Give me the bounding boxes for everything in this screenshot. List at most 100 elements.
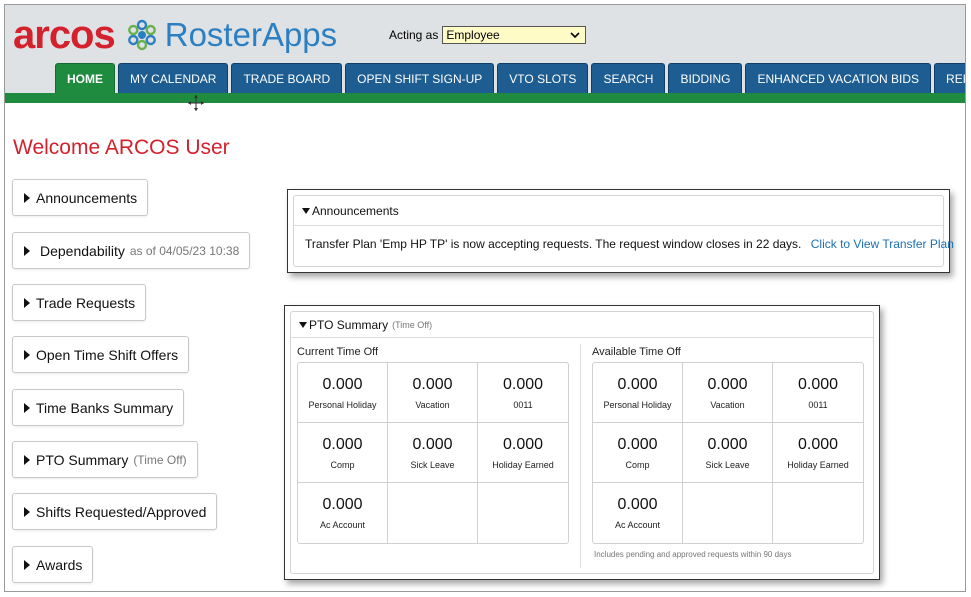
- cell-label: Sick Leave: [705, 459, 750, 470]
- announcements-header[interactable]: Announcements: [294, 196, 943, 226]
- cell-label: Ac Account: [319, 520, 366, 530]
- caret-down-icon: [302, 207, 310, 214]
- header: arcos RosterApps Acting as Employee HOME…: [5, 5, 965, 103]
- time-off-cell: 0.000 Ac Account: [298, 483, 388, 543]
- tab-reports[interactable]: REPORTS: [934, 63, 965, 93]
- sidebar-item-label: Trade Requests: [36, 294, 136, 311]
- time-off-cell: 0.000 0011: [773, 363, 863, 423]
- time-off-cell: 0.000 Sick Leave: [388, 423, 478, 483]
- empty-cell: [388, 483, 478, 543]
- sidebar-item-pto-summary[interactable]: PTO Summary (Time Off): [12, 441, 198, 478]
- cell-label: Ac Account: [614, 520, 661, 530]
- sidebar-item-label: Open Time Shift Offers: [36, 346, 179, 363]
- pto-summary-card: PTO Summary (Time Off) Current Time Off …: [290, 311, 874, 574]
- caret-right-icon: [24, 506, 30, 517]
- nav-underline-bar: [5, 93, 965, 103]
- time-off-cell: 0.000 Vacation: [683, 363, 773, 423]
- announcements-card: Announcements Transfer Plan 'Emp HP TP' …: [293, 195, 954, 267]
- caret-down-icon: [299, 321, 307, 328]
- tab-home[interactable]: HOME: [55, 63, 115, 93]
- announcements-title: Announcements: [312, 203, 399, 218]
- logo-arcos-text: arcos: [13, 13, 116, 57]
- tab-open-shift-sign-up[interactable]: OPEN SHIFT SIGN-UP: [345, 63, 495, 93]
- cell-label: Comp: [330, 459, 355, 470]
- cell-label: Personal Holiday: [308, 399, 377, 410]
- sidebar-item-announcements[interactable]: Announcements: [12, 179, 149, 216]
- tab-bidding[interactable]: BIDDING: [668, 63, 743, 93]
- pto-summary-subtitle: (Time Off): [133, 452, 187, 467]
- pto-summary-panel: PTO Summary (Time Off) Current Time Off …: [284, 305, 880, 580]
- caret-right-icon: [24, 402, 30, 413]
- cell-value: 0.000: [322, 435, 363, 453]
- cell-label: 0011: [808, 399, 828, 410]
- chevron-down-icon: [570, 32, 580, 39]
- time-off-cell: 0.000 0011: [478, 363, 568, 423]
- empty-cell: [683, 483, 773, 543]
- current-time-off-title: Current Time Off: [297, 346, 379, 358]
- pto-summary-header[interactable]: PTO Summary (Time Off): [291, 312, 873, 338]
- sidebar-item-shifts-requested-approved[interactable]: Shifts Requested/Approved: [12, 493, 218, 530]
- sidebar-item-trade-requests[interactable]: Trade Requests: [12, 284, 147, 321]
- available-time-off-note: Includes pending and approved requests w…: [594, 550, 792, 559]
- cell-label: Holiday Earned: [492, 459, 554, 470]
- announcements-panel: Announcements Transfer Plan 'Emp HP TP' …: [287, 189, 954, 273]
- cell-value: 0.000: [412, 435, 453, 453]
- acting-as-control: Acting as Employee: [389, 26, 587, 44]
- cell-value: 0.000: [322, 375, 363, 393]
- announcement-message: Transfer Plan 'Emp HP TP' is now accepti…: [305, 237, 802, 251]
- cell-value: 0.000: [617, 496, 658, 513]
- cell-label: Holiday Earned: [787, 459, 849, 470]
- caret-right-icon: [24, 454, 30, 465]
- sidebar-item-label: PTO Summary: [36, 451, 129, 468]
- logo[interactable]: arcos RosterApps: [13, 13, 337, 57]
- sidebar-item-dependability[interactable]: Dependability as of 04/05/23 10:38: [12, 232, 251, 269]
- tab-my-calendar[interactable]: MY CALENDAR: [118, 63, 229, 93]
- time-off-cell: 0.000 Personal Holiday: [593, 363, 683, 423]
- cell-value: 0.000: [797, 375, 839, 393]
- time-off-cell: 0.000 Comp: [298, 423, 388, 483]
- available-time-off-grid: 0.000 Personal Holiday 0.000 Vacation 0.00…: [592, 362, 864, 544]
- caret-right-icon: [24, 245, 30, 256]
- current-time-off-grid: 0.000 Personal Holiday 0.000 Vacation 0.00…: [297, 362, 569, 544]
- tab-search[interactable]: SEARCH: [591, 63, 666, 93]
- tab-enhanced-vacation-bids[interactable]: ENHANCED VACATION BIDS: [745, 63, 932, 93]
- main-nav: HOME MY CALENDAR TRADE BOARD OPEN SHIFT …: [55, 63, 965, 93]
- acting-as-select[interactable]: Employee: [442, 26, 587, 44]
- cell-value: 0.000: [617, 375, 658, 393]
- sidebar-item-label: Announcements: [36, 189, 138, 206]
- cell-label: 0011: [513, 399, 533, 410]
- empty-cell: [478, 483, 568, 543]
- time-off-cell: 0.000 Holiday Earned: [773, 423, 863, 483]
- time-off-cell: 0.000 Vacation: [388, 363, 478, 423]
- cell-value: 0.000: [617, 435, 658, 453]
- sidebar-item-label: Dependability: [40, 242, 125, 259]
- available-time-off-title: Available Time Off: [592, 346, 681, 358]
- pto-summary-title: PTO Summary: [309, 317, 389, 332]
- cell-value: 0.000: [412, 375, 453, 393]
- announcement-item: Transfer Plan 'Emp HP TP' is now accepti…: [294, 226, 954, 251]
- time-off-cell: 0.000 Comp: [593, 423, 683, 483]
- cell-label: Vacation: [415, 399, 450, 410]
- empty-cell: [773, 483, 863, 543]
- tab-vto-slots[interactable]: VTO SLOTS: [497, 63, 589, 93]
- cell-value: 0.000: [502, 435, 544, 453]
- app-window: arcos RosterApps Acting as Employee HOME…: [4, 4, 966, 592]
- time-off-cell: 0.000 Holiday Earned: [478, 423, 568, 483]
- available-time-off-section: Available Time Off 0.000 Personal Holiday…: [592, 346, 864, 559]
- time-off-cell: 0.000 Ac Account: [593, 483, 683, 543]
- sidebar-item-open-time-shift-offers[interactable]: Open Time Shift Offers: [12, 336, 190, 373]
- logo-rosterapps-text: RosterApps: [164, 16, 338, 53]
- sidebar-item-label: Awards: [36, 556, 83, 573]
- sidebar-item-label: Shifts Requested/Approved: [36, 503, 207, 520]
- sidebar-item-awards[interactable]: Awards: [12, 546, 94, 583]
- cell-value: 0.000: [707, 435, 748, 453]
- cell-value: 0.000: [797, 435, 839, 453]
- cell-label: Personal Holiday: [603, 399, 672, 410]
- caret-right-icon: [24, 349, 30, 360]
- tab-trade-board[interactable]: TRADE BOARD: [231, 63, 343, 93]
- cell-value: 0.000: [502, 375, 544, 393]
- column-divider: [580, 344, 581, 568]
- sidebar-item-time-banks-summary[interactable]: Time Banks Summary: [12, 389, 185, 426]
- flower-logo-icon: [127, 19, 156, 51]
- view-transfer-plan-link[interactable]: Click to View Transfer Plan: [811, 237, 954, 251]
